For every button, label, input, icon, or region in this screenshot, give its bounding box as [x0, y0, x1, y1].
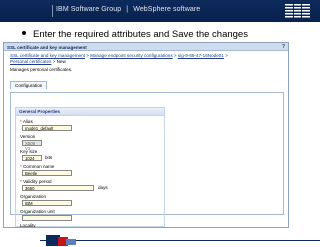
tab-panel: General Properties * Alias mode1_default… — [10, 92, 284, 227]
bullet-icon — [22, 31, 26, 35]
section-title: General Properties — [16, 108, 164, 116]
console-screenshot: SSL certificate and key management ? SSL… — [3, 42, 289, 228]
alias-field[interactable]: mode1_default — [22, 125, 72, 131]
page-description: Manages personal certificates. — [10, 67, 73, 72]
organization-field[interactable]: IBM — [22, 200, 72, 206]
slide-header: IBM Software Group | WebSphere software — [0, 0, 320, 22]
org-unit-field[interactable] — [22, 215, 72, 221]
validity-unit: days — [98, 185, 108, 190]
keysize-select[interactable]: 1024 — [22, 155, 42, 161]
organization-label: Organization — [20, 194, 47, 199]
general-properties-section: General Properties * Alias mode1_default… — [15, 107, 165, 227]
brand-group: IBM Software Group — [56, 6, 122, 13]
validity-label: * Validity period — [20, 179, 52, 184]
bullet-text: Enter the required attributes and Save t… — [33, 29, 248, 40]
breadcrumb-sep: > — [173, 53, 177, 58]
breadcrumb-current: New — [56, 59, 66, 64]
validity-field[interactable]: 3650 — [22, 185, 94, 191]
brand-product: WebSphere software — [133, 6, 201, 13]
common-name-label: * Common name — [20, 164, 54, 169]
org-unit-label: Organization unit — [20, 209, 55, 214]
locality-label: Locality — [20, 223, 36, 228]
version-label: Version — [20, 134, 36, 139]
slide-footer — [0, 232, 320, 247]
breadcrumb-sep: > — [225, 53, 228, 58]
window-title: SSL certificate and key management — [7, 44, 87, 50]
breadcrumb-sep: > — [86, 53, 89, 58]
common-name-field[interactable]: Beetle — [22, 170, 72, 176]
brand-separator: | — [126, 6, 129, 13]
breadcrumb-link-endpoint[interactable]: Manage endpoint security configurations — [90, 53, 172, 58]
keysize-label: Key size — [20, 149, 38, 154]
window-title-bar: SSL certificate and key management ? — [4, 43, 288, 51]
footer-block-blue — [66, 239, 76, 245]
breadcrumb-link-ssl[interactable]: SSL certificate and key management — [10, 53, 85, 58]
question-mark-icon[interactable]: ? — [282, 44, 285, 50]
header-brand-text: IBM Software Group | WebSphere software — [56, 6, 200, 13]
footer-rule — [40, 240, 320, 241]
ibm-logo-letter-b — [293, 4, 302, 18]
breadcrumb-link-node[interactable]: sig-9-65-47-16Node01 — [178, 53, 224, 58]
alias-label: * Alias — [20, 119, 33, 124]
alias-label-text: Alias — [22, 119, 33, 124]
breadcrumb-sep: > — [52, 59, 56, 64]
breadcrumb-link-personal[interactable]: Personal certificates — [10, 59, 51, 64]
ibm-logo-letter-i — [285, 4, 293, 18]
ibm-logo — [285, 4, 311, 18]
header-divider — [52, 5, 53, 17]
tab-configuration[interactable]: Configuration — [10, 81, 48, 89]
version-select[interactable]: X509 V3 — [22, 140, 42, 151]
keysize-unit: bits — [45, 155, 53, 160]
validity-label-text: Validity period — [23, 179, 52, 184]
breadcrumb: SSL certificate and key management > Man… — [4, 51, 288, 65]
ibm-logo-letter-m — [302, 4, 311, 18]
common-name-label-text: Common name — [23, 164, 55, 169]
slide-bullet: Enter the required attributes and Save t… — [22, 29, 248, 40]
